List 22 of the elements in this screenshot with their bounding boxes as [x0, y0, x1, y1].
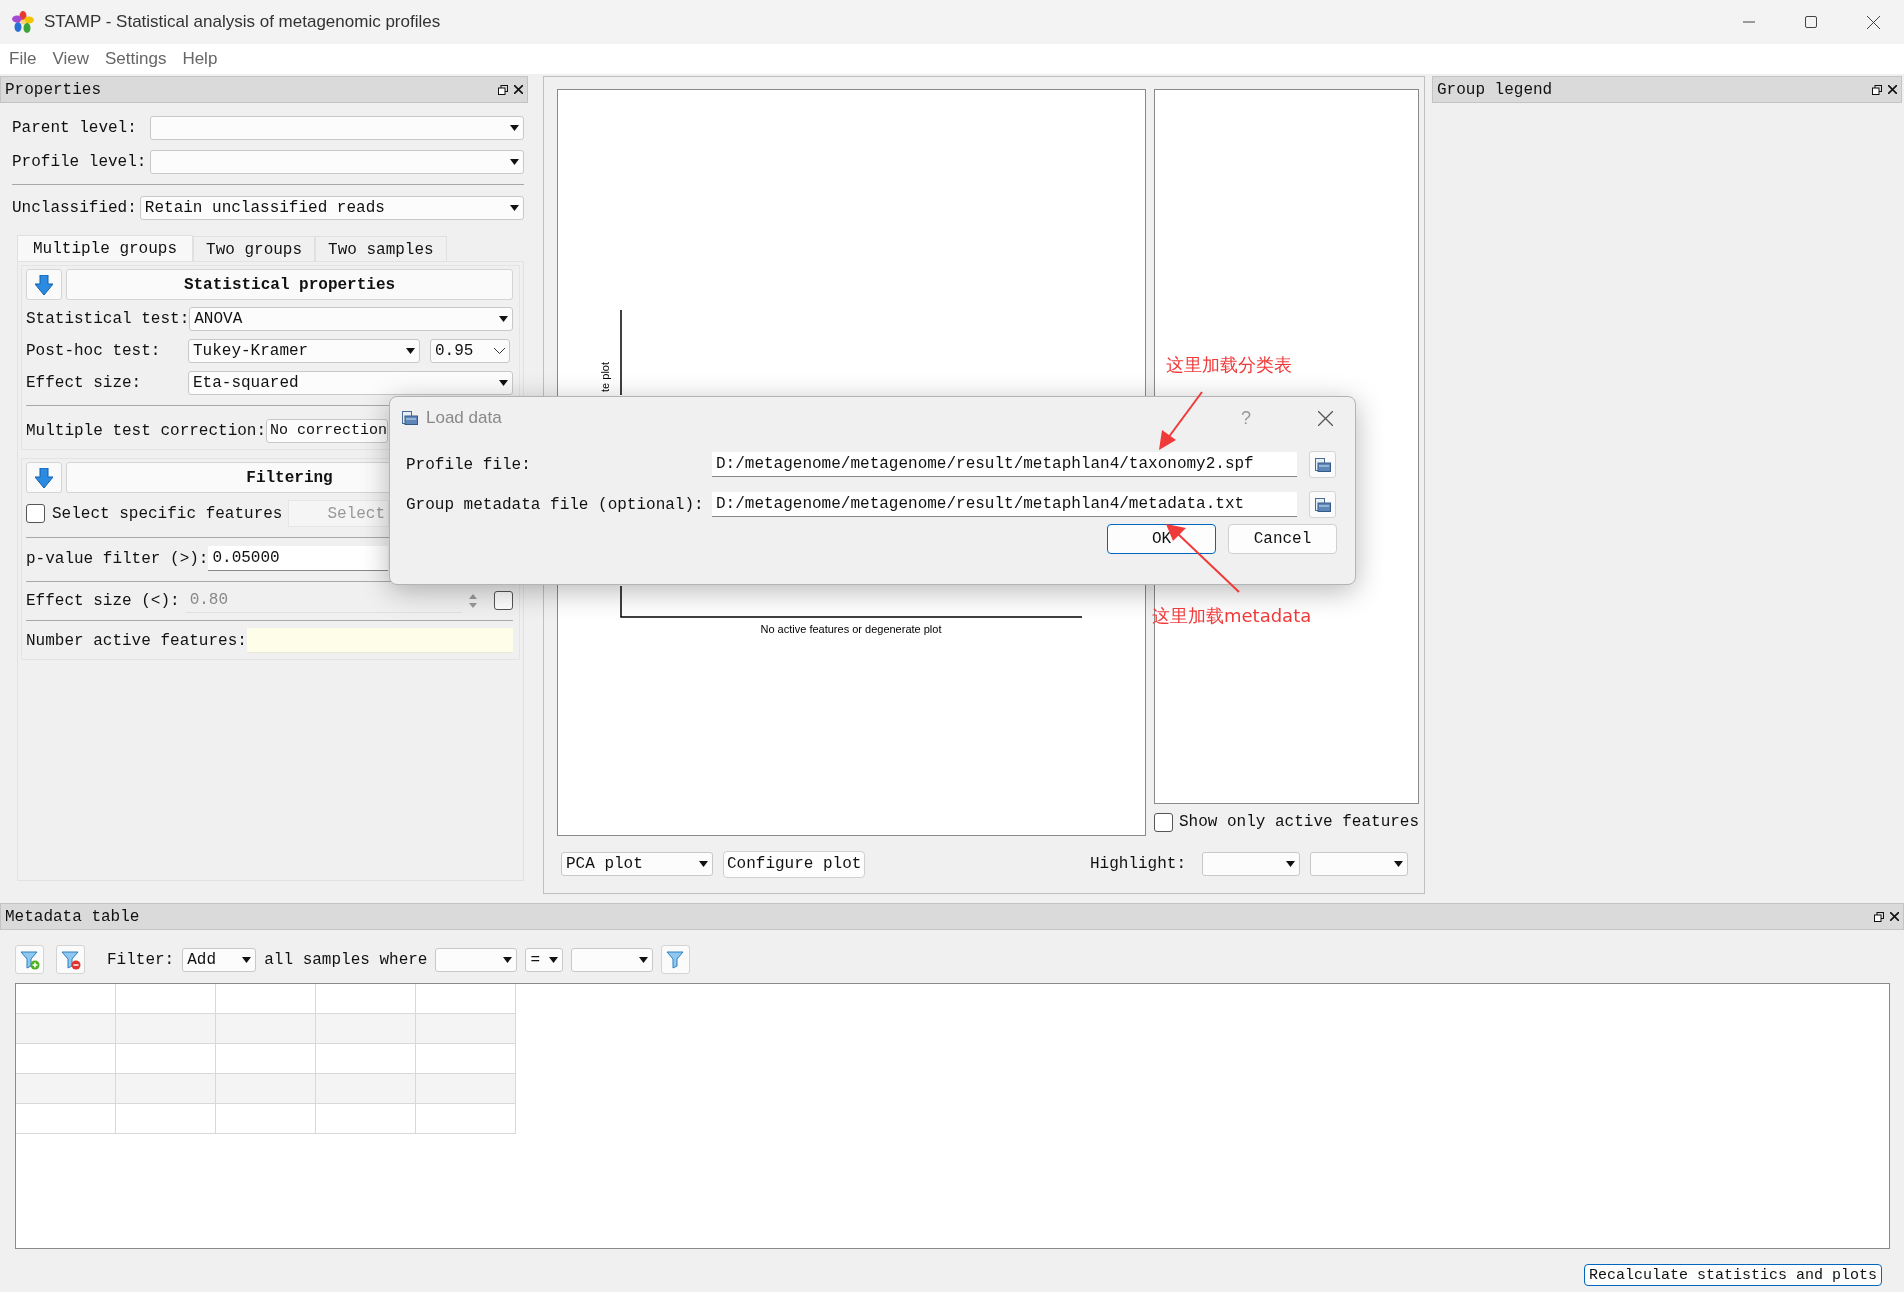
field-label: Filter: — [107, 950, 175, 969]
field-label: Highlight: — [1090, 855, 1186, 873]
field-label: Number active features: — [26, 631, 247, 650]
field-label: Profile level: — [12, 153, 148, 171]
annotation-text: 这里加载分类表 — [1166, 353, 1292, 377]
field-label: Unclassified: — [12, 199, 137, 217]
window-title: STAMP - Statistical analysis of metagenomic profiles — [44, 12, 442, 32]
dock-title: Group legend — [1437, 80, 1554, 99]
field-label: p-value filter (>): — [26, 549, 209, 568]
dialog-title: Load data — [426, 408, 503, 428]
field-label: Effect size (<): — [26, 591, 180, 610]
dock-title: Properties — [5, 80, 102, 99]
field-label: Group metadata file (optional): — [406, 495, 704, 514]
plot-caption: No active features or degenerate plot — [760, 623, 942, 635]
field-label: Parent level: — [12, 119, 138, 137]
field-label: Statistical test: — [26, 309, 190, 328]
dock-title: Metadata table — [5, 907, 141, 926]
field-label: all samples where — [264, 950, 428, 969]
field-label: Effect size: — [26, 373, 143, 392]
axis-label: te plot — [599, 362, 611, 392]
field-label: Post-hoc test: — [26, 341, 162, 360]
field-label: Multiple test correction: — [26, 421, 267, 440]
